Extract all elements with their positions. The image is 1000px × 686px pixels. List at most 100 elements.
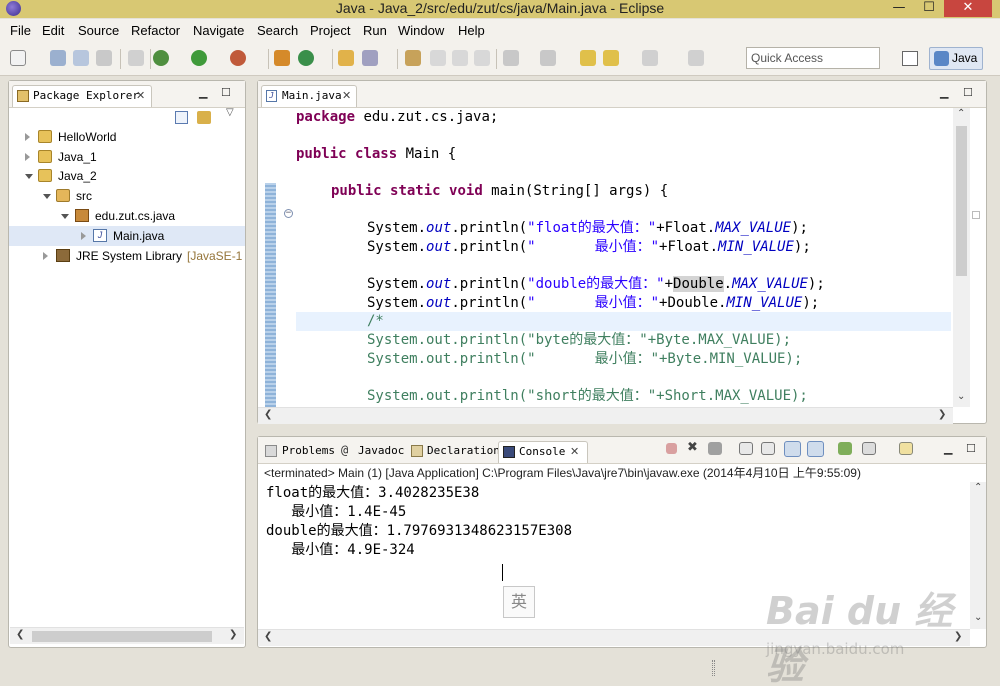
open-type-icon[interactable]	[338, 50, 354, 66]
scroll-left-icon[interactable]: ❮	[264, 409, 272, 420]
open-console-icon[interactable]	[899, 442, 913, 455]
link-with-editor-icon[interactable]	[197, 111, 211, 124]
collapsed-arrow-icon[interactable]	[25, 133, 30, 141]
scroll-right-icon[interactable]: ❯	[938, 409, 946, 420]
scroll-down-icon[interactable]: ⌄	[957, 391, 965, 402]
expanded-arrow-icon[interactable]	[61, 214, 69, 219]
maximize-button[interactable]: ☐	[914, 0, 944, 17]
toggle-mark-icon[interactable]	[430, 50, 446, 66]
forward-arrow-icon[interactable]	[642, 50, 658, 66]
debug-icon[interactable]	[153, 50, 169, 66]
menu-run[interactable]: Run	[363, 22, 387, 39]
scrollbar-thumb[interactable]	[956, 126, 967, 276]
collapsed-arrow-icon[interactable]	[43, 252, 48, 260]
editor-horizontal-scrollbar[interactable]: ❮ ❯	[258, 407, 953, 424]
print-icon[interactable]	[96, 50, 112, 66]
clear-console-icon[interactable]	[739, 442, 753, 455]
code-editor[interactable]: − package edu.zut.cs.java; public class …	[258, 108, 953, 407]
scroll-up-icon[interactable]: ⌃	[957, 108, 965, 119]
last-edit-location-icon[interactable]	[580, 50, 596, 66]
collapse-all-icon[interactable]	[175, 111, 188, 124]
menu-window[interactable]: Window	[398, 22, 444, 39]
scroll-right-icon[interactable]: ❯	[229, 629, 237, 640]
close-button[interactable]: ✕	[944, 0, 992, 17]
scroll-left-icon[interactable]: ❮	[264, 631, 272, 642]
maximize-view-icon[interactable]: ☐	[966, 442, 976, 455]
close-icon[interactable]: ✕	[136, 86, 145, 106]
pin-editor-icon[interactable]	[688, 50, 704, 66]
new-class-icon[interactable]	[298, 50, 314, 66]
fold-collapse-icon[interactable]: −	[284, 209, 293, 218]
expanded-arrow-icon[interactable]	[43, 194, 51, 199]
tree-item-src[interactable]: src	[9, 186, 245, 206]
tab-declaration[interactable]: Declaration	[407, 441, 500, 463]
previous-edit-icon[interactable]	[540, 50, 556, 66]
minimize-button[interactable]: —	[884, 0, 914, 17]
tab-javadoc[interactable]: @ Javadoc	[338, 441, 406, 463]
code-line: System.out.println("double的最大值："+Double.…	[367, 276, 825, 292]
quick-access-input[interactable]: Quick Access	[746, 47, 880, 69]
toggle-breadcrumb-icon[interactable]	[128, 50, 144, 66]
tab-console[interactable]: Console ✕	[498, 441, 588, 463]
show-on-stdout-icon[interactable]	[784, 441, 801, 457]
block-selection-icon[interactable]	[474, 50, 490, 66]
close-icon[interactable]: ✕	[570, 442, 579, 462]
tree-item-java1[interactable]: Java_1	[9, 147, 245, 167]
save-icon[interactable]	[50, 50, 66, 66]
collapsed-arrow-icon[interactable]	[81, 232, 86, 240]
console-vertical-scrollbar[interactable]: ⌃ ⌄	[970, 482, 986, 629]
code-line: System.out.println("short的最大值："+Short.MA…	[367, 388, 808, 404]
tab-package-explorer[interactable]: Package Explorer ✕	[12, 85, 152, 107]
minimize-view-icon[interactable]: ▁	[940, 86, 948, 99]
run-icon[interactable]	[191, 50, 207, 66]
open-perspective-icon[interactable]	[902, 51, 918, 66]
editor-vertical-scrollbar[interactable]: ⌃ ⌄	[953, 108, 970, 407]
expanded-arrow-icon[interactable]	[25, 174, 33, 179]
collapsed-arrow-icon[interactable]	[25, 153, 30, 161]
display-console-icon[interactable]	[862, 442, 876, 455]
menu-refactor[interactable]: Refactor	[131, 22, 180, 39]
new-java-project-icon[interactable]	[274, 50, 290, 66]
tab-main-java[interactable]: J Main.java ✕	[261, 85, 357, 107]
menu-file[interactable]: File	[10, 22, 31, 39]
maximize-view-icon[interactable]: ☐	[221, 86, 231, 99]
menu-project[interactable]: Project	[310, 22, 350, 39]
tree-item-java2[interactable]: Java_2	[9, 166, 245, 186]
tree-item-package[interactable]: edu.zut.cs.java	[9, 206, 245, 226]
remove-launch-icon[interactable]: ✖	[687, 441, 699, 454]
java-perspective-button[interactable]: Java	[929, 47, 983, 70]
menu-help[interactable]: Help	[458, 22, 485, 39]
close-icon[interactable]: ✕	[342, 86, 351, 106]
view-menu-icon[interactable]: ▽	[226, 107, 234, 118]
horizontal-scrollbar[interactable]: ❮ ❯	[10, 627, 244, 644]
next-edit-icon[interactable]	[503, 50, 519, 66]
search-icon[interactable]	[362, 50, 378, 66]
scroll-lock-icon[interactable]	[761, 442, 775, 455]
tab-problems[interactable]: Problems	[261, 441, 335, 463]
tree-item-jre-library[interactable]: JRE System Library [JavaSE-1	[9, 246, 245, 266]
scrollbar-thumb[interactable]	[32, 631, 212, 642]
minimize-view-icon[interactable]: ▁	[944, 442, 952, 455]
menu-navigate[interactable]: Navigate	[193, 22, 244, 39]
menu-edit[interactable]: Edit	[42, 22, 64, 39]
new-icon[interactable]	[10, 50, 26, 66]
remove-all-launches-icon[interactable]	[708, 442, 722, 455]
minimize-view-icon[interactable]: ▁	[199, 86, 207, 99]
show-on-stderr-icon[interactable]	[807, 441, 824, 457]
show-whitespace-icon[interactable]	[452, 50, 468, 66]
tree-item-main-java[interactable]: J Main.java	[9, 226, 245, 246]
terminate-icon[interactable]	[666, 443, 677, 454]
next-annotation-icon[interactable]	[405, 50, 421, 66]
overview-ruler-marker[interactable]	[972, 211, 980, 219]
scroll-left-icon[interactable]: ❮	[16, 629, 24, 640]
save-all-icon[interactable]	[73, 50, 89, 66]
external-tools-icon[interactable]	[230, 50, 246, 66]
maximize-view-icon[interactable]: ☐	[963, 86, 973, 99]
menu-source[interactable]: Source	[78, 22, 119, 39]
scroll-down-icon[interactable]: ⌄	[974, 612, 982, 623]
scroll-up-icon[interactable]: ⌃	[974, 482, 982, 493]
tree-item-helloworld[interactable]: HelloWorld	[9, 127, 245, 147]
pin-console-icon[interactable]	[838, 442, 852, 455]
back-arrow-icon[interactable]	[603, 50, 619, 66]
menu-search[interactable]: Search	[257, 22, 298, 39]
